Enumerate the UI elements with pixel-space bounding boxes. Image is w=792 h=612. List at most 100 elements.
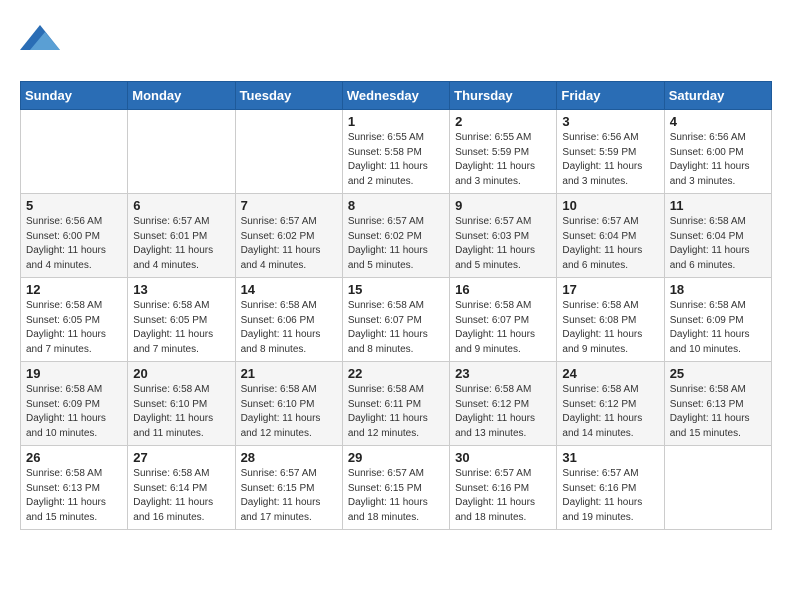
sunrise-text: Sunrise: 6:56 AM — [670, 132, 746, 143]
sunset-text: Sunset: 6:04 PM — [670, 231, 744, 242]
calendar-cell: 11 Sunrise: 6:58 AM Sunset: 6:04 PM Dayl… — [664, 194, 771, 278]
daylight-text: Daylight: 11 hours and 2 minutes. — [348, 161, 428, 187]
daylight-text: Daylight: 11 hours and 4 minutes. — [241, 245, 321, 271]
day-number: 23 — [455, 366, 551, 381]
sunrise-text: Sunrise: 6:57 AM — [348, 216, 424, 227]
sunrise-text: Sunrise: 6:58 AM — [241, 300, 317, 311]
day-of-week-header: Saturday — [664, 82, 771, 110]
calendar-cell: 31 Sunrise: 6:57 AM Sunset: 6:16 PM Dayl… — [557, 446, 664, 530]
daylight-text: Daylight: 11 hours and 10 minutes. — [26, 413, 106, 439]
daylight-text: Daylight: 11 hours and 3 minutes. — [455, 161, 535, 187]
day-info: Sunrise: 6:58 AM Sunset: 6:05 PM Dayligh… — [26, 299, 122, 357]
sunrise-text: Sunrise: 6:58 AM — [670, 216, 746, 227]
day-number: 25 — [670, 366, 766, 381]
daylight-text: Daylight: 11 hours and 12 minutes. — [348, 413, 428, 439]
calendar-cell — [664, 446, 771, 530]
day-info: Sunrise: 6:56 AM Sunset: 6:00 PM Dayligh… — [26, 215, 122, 273]
calendar-cell: 8 Sunrise: 6:57 AM Sunset: 6:02 PM Dayli… — [342, 194, 449, 278]
day-info: Sunrise: 6:58 AM Sunset: 6:09 PM Dayligh… — [670, 299, 766, 357]
sunset-text: Sunset: 6:14 PM — [133, 483, 207, 494]
day-info: Sunrise: 6:58 AM Sunset: 6:12 PM Dayligh… — [455, 383, 551, 441]
calendar-cell: 6 Sunrise: 6:57 AM Sunset: 6:01 PM Dayli… — [128, 194, 235, 278]
day-number: 11 — [670, 198, 766, 213]
calendar-week-row: 19 Sunrise: 6:58 AM Sunset: 6:09 PM Dayl… — [21, 362, 772, 446]
sunrise-text: Sunrise: 6:58 AM — [455, 300, 531, 311]
day-number: 1 — [348, 114, 444, 129]
calendar-cell — [21, 110, 128, 194]
daylight-text: Daylight: 11 hours and 5 minutes. — [455, 245, 535, 271]
daylight-text: Daylight: 11 hours and 4 minutes. — [26, 245, 106, 271]
sunrise-text: Sunrise: 6:57 AM — [133, 216, 209, 227]
sunset-text: Sunset: 5:58 PM — [348, 147, 422, 158]
sunset-text: Sunset: 6:12 PM — [455, 399, 529, 410]
day-info: Sunrise: 6:57 AM Sunset: 6:03 PM Dayligh… — [455, 215, 551, 273]
day-number: 30 — [455, 450, 551, 465]
daylight-text: Daylight: 11 hours and 3 minutes. — [670, 161, 750, 187]
calendar-cell: 12 Sunrise: 6:58 AM Sunset: 6:05 PM Dayl… — [21, 278, 128, 362]
day-of-week-header: Tuesday — [235, 82, 342, 110]
calendar-cell: 24 Sunrise: 6:58 AM Sunset: 6:12 PM Dayl… — [557, 362, 664, 446]
daylight-text: Daylight: 11 hours and 12 minutes. — [241, 413, 321, 439]
day-number: 31 — [562, 450, 658, 465]
day-number: 26 — [26, 450, 122, 465]
sunset-text: Sunset: 6:09 PM — [26, 399, 100, 410]
calendar-cell: 4 Sunrise: 6:56 AM Sunset: 6:00 PM Dayli… — [664, 110, 771, 194]
daylight-text: Daylight: 11 hours and 15 minutes. — [670, 413, 750, 439]
sunset-text: Sunset: 6:05 PM — [133, 315, 207, 326]
sunset-text: Sunset: 6:13 PM — [26, 483, 100, 494]
day-of-week-header: Thursday — [450, 82, 557, 110]
calendar-cell: 25 Sunrise: 6:58 AM Sunset: 6:13 PM Dayl… — [664, 362, 771, 446]
sunset-text: Sunset: 6:13 PM — [670, 399, 744, 410]
calendar-cell: 15 Sunrise: 6:58 AM Sunset: 6:07 PM Dayl… — [342, 278, 449, 362]
day-info: Sunrise: 6:58 AM Sunset: 6:08 PM Dayligh… — [562, 299, 658, 357]
daylight-text: Daylight: 11 hours and 18 minutes. — [348, 497, 428, 523]
daylight-text: Daylight: 11 hours and 14 minutes. — [562, 413, 642, 439]
sunrise-text: Sunrise: 6:56 AM — [562, 132, 638, 143]
day-number: 17 — [562, 282, 658, 297]
calendar-cell — [235, 110, 342, 194]
logo-bird-icon — [20, 20, 60, 65]
day-number: 7 — [241, 198, 337, 213]
logo — [20, 20, 64, 65]
day-info: Sunrise: 6:57 AM Sunset: 6:02 PM Dayligh… — [241, 215, 337, 273]
calendar-cell: 30 Sunrise: 6:57 AM Sunset: 6:16 PM Dayl… — [450, 446, 557, 530]
sunrise-text: Sunrise: 6:57 AM — [241, 216, 317, 227]
sunset-text: Sunset: 6:02 PM — [241, 231, 315, 242]
sunset-text: Sunset: 6:00 PM — [26, 231, 100, 242]
calendar-week-row: 12 Sunrise: 6:58 AM Sunset: 6:05 PM Dayl… — [21, 278, 772, 362]
sunset-text: Sunset: 6:05 PM — [26, 315, 100, 326]
sunrise-text: Sunrise: 6:55 AM — [348, 132, 424, 143]
day-info: Sunrise: 6:57 AM Sunset: 6:01 PM Dayligh… — [133, 215, 229, 273]
sunrise-text: Sunrise: 6:58 AM — [26, 384, 102, 395]
sunset-text: Sunset: 6:15 PM — [241, 483, 315, 494]
day-number: 8 — [348, 198, 444, 213]
day-number: 27 — [133, 450, 229, 465]
calendar-cell: 22 Sunrise: 6:58 AM Sunset: 6:11 PM Dayl… — [342, 362, 449, 446]
calendar-cell: 5 Sunrise: 6:56 AM Sunset: 6:00 PM Dayli… — [21, 194, 128, 278]
calendar-week-row: 26 Sunrise: 6:58 AM Sunset: 6:13 PM Dayl… — [21, 446, 772, 530]
sunset-text: Sunset: 6:03 PM — [455, 231, 529, 242]
day-info: Sunrise: 6:56 AM Sunset: 5:59 PM Dayligh… — [562, 131, 658, 189]
day-number: 14 — [241, 282, 337, 297]
calendar-cell: 14 Sunrise: 6:58 AM Sunset: 6:06 PM Dayl… — [235, 278, 342, 362]
sunrise-text: Sunrise: 6:58 AM — [133, 384, 209, 395]
daylight-text: Daylight: 11 hours and 3 minutes. — [562, 161, 642, 187]
day-info: Sunrise: 6:57 AM Sunset: 6:15 PM Dayligh… — [241, 467, 337, 525]
daylight-text: Daylight: 11 hours and 11 minutes. — [133, 413, 213, 439]
sunrise-text: Sunrise: 6:58 AM — [348, 384, 424, 395]
calendar-cell: 21 Sunrise: 6:58 AM Sunset: 6:10 PM Dayl… — [235, 362, 342, 446]
calendar-cell: 9 Sunrise: 6:57 AM Sunset: 6:03 PM Dayli… — [450, 194, 557, 278]
daylight-text: Daylight: 11 hours and 17 minutes. — [241, 497, 321, 523]
day-of-week-header: Wednesday — [342, 82, 449, 110]
daylight-text: Daylight: 11 hours and 13 minutes. — [455, 413, 535, 439]
sunset-text: Sunset: 6:04 PM — [562, 231, 636, 242]
daylight-text: Daylight: 11 hours and 10 minutes. — [670, 329, 750, 355]
calendar-week-row: 5 Sunrise: 6:56 AM Sunset: 6:00 PM Dayli… — [21, 194, 772, 278]
sunrise-text: Sunrise: 6:58 AM — [26, 468, 102, 479]
day-info: Sunrise: 6:58 AM Sunset: 6:12 PM Dayligh… — [562, 383, 658, 441]
sunrise-text: Sunrise: 6:56 AM — [26, 216, 102, 227]
day-info: Sunrise: 6:58 AM Sunset: 6:05 PM Dayligh… — [133, 299, 229, 357]
calendar-cell: 23 Sunrise: 6:58 AM Sunset: 6:12 PM Dayl… — [450, 362, 557, 446]
day-of-week-header: Sunday — [21, 82, 128, 110]
calendar-cell: 1 Sunrise: 6:55 AM Sunset: 5:58 PM Dayli… — [342, 110, 449, 194]
